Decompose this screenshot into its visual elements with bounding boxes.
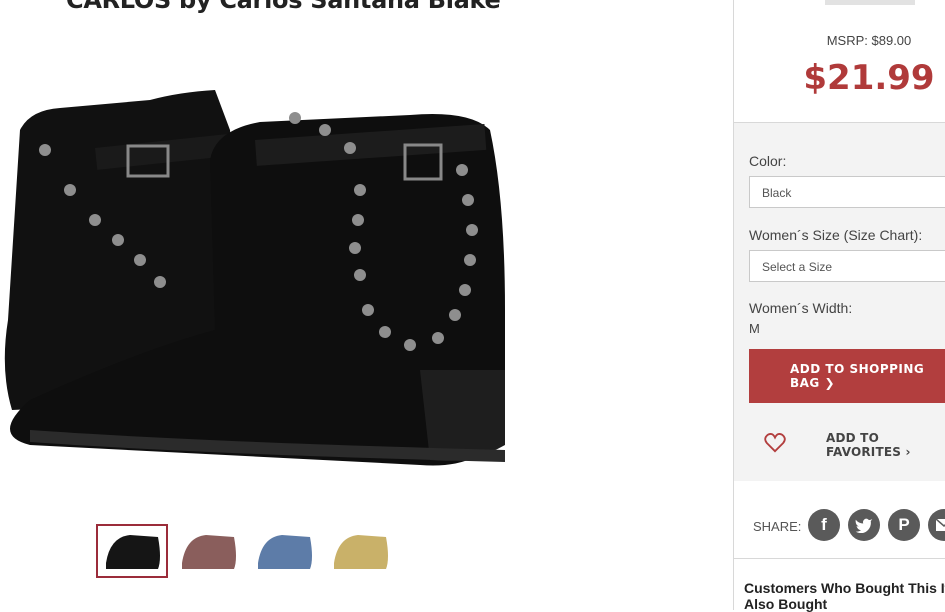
- width-label: Women´s Width:: [749, 300, 853, 316]
- size-label: Women´s Size (Size Chart):: [749, 227, 923, 243]
- share-section: SHARE: f P: [734, 481, 945, 559]
- price: $21.99: [803, 58, 935, 98]
- heart-icon[interactable]: [764, 432, 786, 458]
- add-to-favorites-label[interactable]: ADD TO FAVORITES ›: [826, 431, 945, 459]
- thumbnail-blue[interactable]: [248, 524, 320, 578]
- purchase-panel: MSRP: $89.00 $21.99 Color: Black Women´s…: [733, 0, 945, 612]
- divider: [825, 0, 915, 5]
- facebook-icon[interactable]: f: [808, 509, 840, 541]
- twitter-icon[interactable]: [848, 509, 880, 541]
- size-select[interactable]: Select a Size: [749, 250, 945, 282]
- thumbnail-strip: [96, 524, 396, 578]
- recommendations-heading: Customers Who Bought This Item Also Boug…: [744, 580, 945, 612]
- product-title: CARLOS by Carlos Santana Blake: [66, 0, 501, 14]
- email-icon[interactable]: [928, 509, 945, 541]
- price-box: MSRP: $89.00 $21.99: [734, 0, 945, 123]
- add-to-favorites[interactable]: ADD TO FAVORITES ›: [764, 431, 945, 459]
- color-select[interactable]: Black: [749, 176, 945, 208]
- thumbnail-mauve[interactable]: [172, 524, 244, 578]
- width-value: M: [749, 321, 760, 336]
- msrp: MSRP: $89.00: [826, 33, 912, 48]
- color-label: Color:: [749, 153, 787, 169]
- product-image: [0, 70, 520, 490]
- thumbnail-black[interactable]: [96, 524, 168, 578]
- share-label: SHARE:: [753, 519, 802, 534]
- add-to-bag-button[interactable]: ADD TO SHOPPING BAG ❯: [749, 349, 945, 403]
- product-options: Color: Black Women´s Size (Size Chart): …: [734, 123, 945, 482]
- pinterest-icon[interactable]: P: [888, 509, 920, 541]
- thumbnail-tan[interactable]: [324, 524, 396, 578]
